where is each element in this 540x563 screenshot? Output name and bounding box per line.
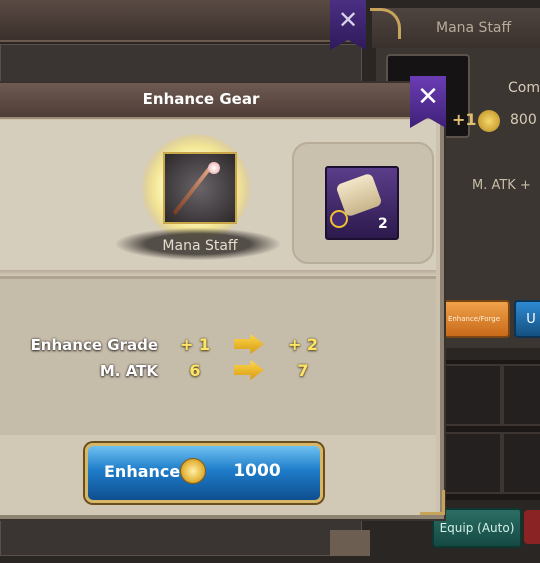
close-icon[interactable]: ✕	[410, 82, 446, 112]
gold-coin-icon	[180, 458, 206, 484]
stat-to-matk: 7	[297, 361, 309, 380]
background-price: 800	[510, 112, 537, 128]
background-slot-level: +1	[452, 110, 477, 129]
item-name: Mana Staff	[162, 238, 238, 254]
stat-from-enhance-grade: + 1	[179, 335, 211, 354]
stat-from-matk: 6	[189, 361, 201, 380]
staff-orb	[208, 162, 220, 174]
background-red-button[interactable]	[524, 510, 540, 544]
inventory-slot[interactable]	[502, 364, 540, 426]
dialog-title: Enhance Gear	[142, 90, 260, 108]
inventory-slot[interactable]	[440, 364, 502, 426]
close-icon: ✕	[337, 6, 359, 34]
stat-label-matk: M. ATK	[99, 362, 158, 380]
corner-ornament	[420, 490, 445, 515]
enhance-forge-button[interactable]: Enhance/Forge	[438, 300, 510, 338]
stat-label-enhance-grade: Enhance Grade	[30, 336, 158, 354]
background-left-titlebar	[0, 0, 360, 42]
inventory-slot[interactable]	[440, 432, 502, 494]
background-compare-label: Com	[508, 80, 540, 96]
inventory-slot[interactable]	[502, 432, 540, 494]
stat-to-enhance-grade: + 2	[287, 335, 319, 354]
enhance-cost: 1000	[233, 461, 281, 481]
background-inventory-grid	[438, 360, 540, 500]
gold-coin-icon	[478, 110, 500, 132]
background-matk-text: M. ATK +	[472, 178, 531, 193]
background-right-title: Mana Staff	[436, 20, 512, 36]
background-bottom-ornament	[330, 530, 370, 556]
background-blue-button[interactable]: U	[514, 300, 540, 338]
material-count: 2	[378, 216, 388, 232]
stats-panel	[0, 276, 436, 438]
magnifier-icon[interactable]	[330, 210, 348, 228]
enhance-button-label: Enhance	[104, 462, 181, 481]
equip-auto-button[interactable]: Equip (Auto)	[432, 508, 522, 548]
